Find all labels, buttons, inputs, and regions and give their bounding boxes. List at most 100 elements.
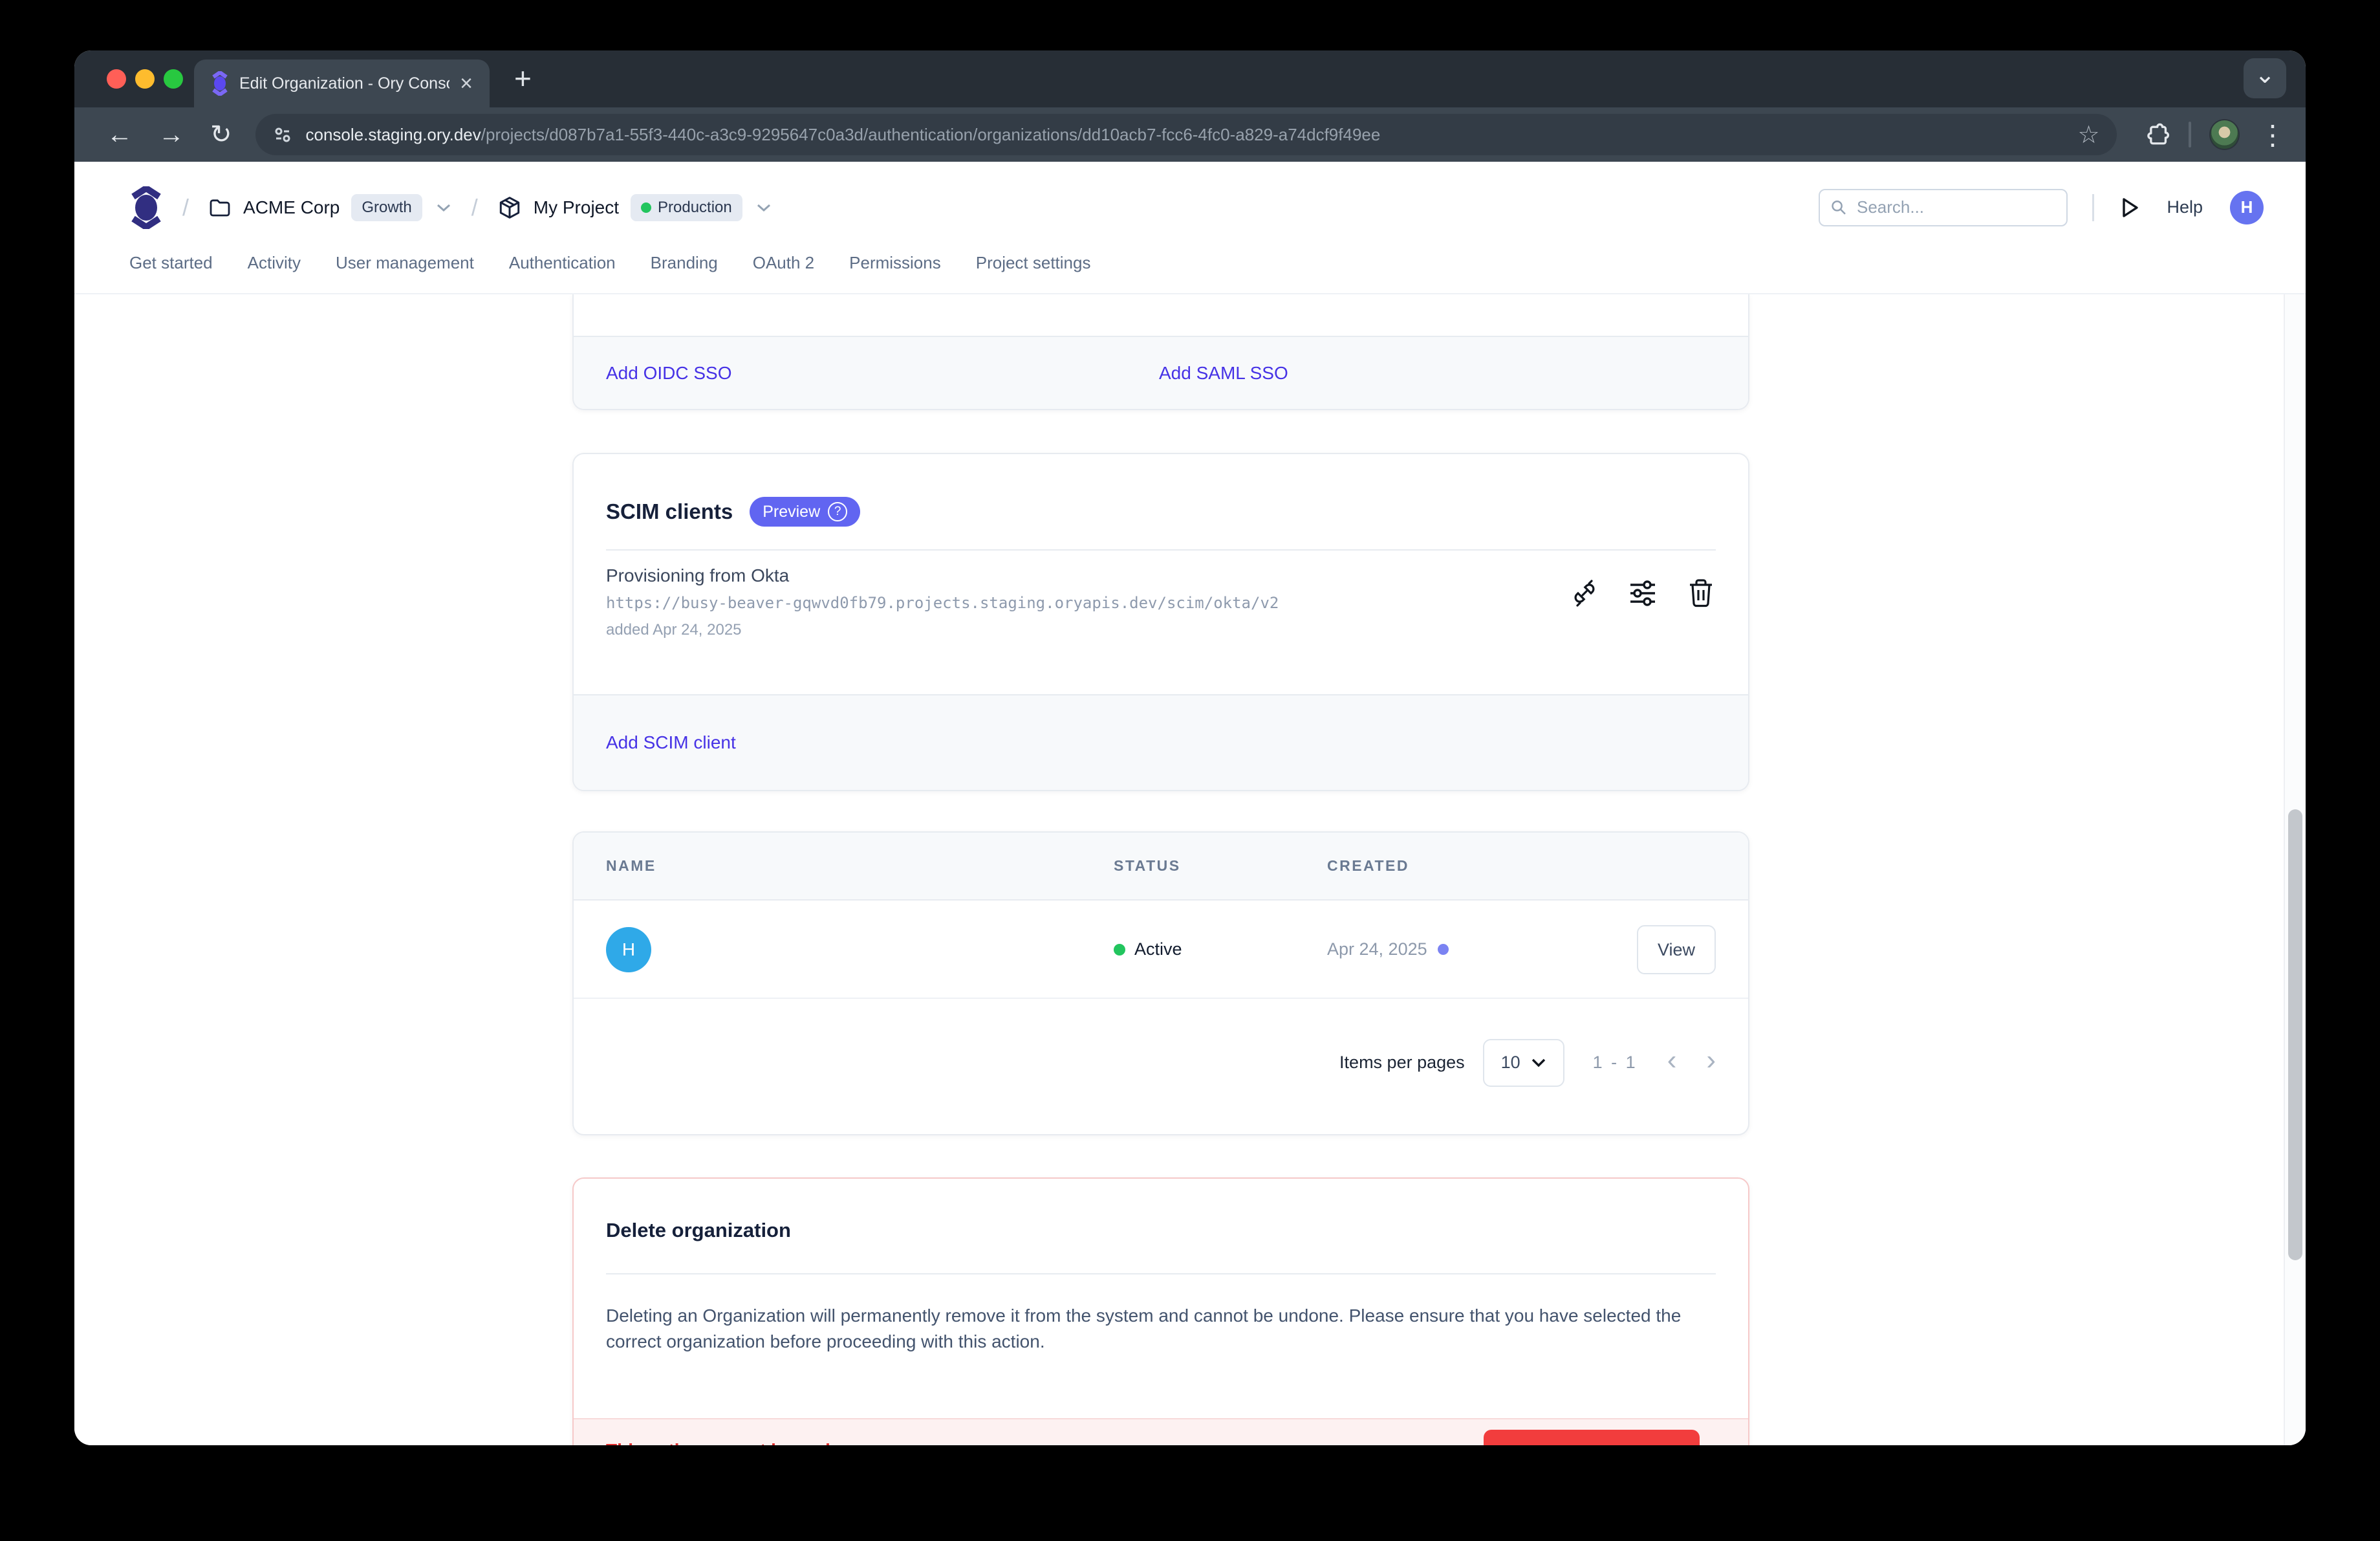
window-close-button[interactable] bbox=[107, 69, 126, 89]
sso-card: Add OIDC SSO Add SAML SSO bbox=[572, 294, 1749, 410]
toolbar-divider bbox=[2189, 122, 2191, 148]
window-controls bbox=[107, 69, 183, 89]
tab-close-icon[interactable]: × bbox=[460, 72, 473, 94]
section-divider bbox=[606, 549, 1716, 551]
breadcrumb-slash: / bbox=[182, 194, 189, 221]
help-question-icon: ? bbox=[828, 502, 847, 521]
prev-page-icon[interactable]: ‹ bbox=[1667, 1046, 1677, 1080]
preview-badge[interactable]: Preview? bbox=[750, 497, 860, 527]
forward-icon[interactable]: → bbox=[158, 122, 184, 148]
url-text: console.staging.ory.dev/projects/d087b7a… bbox=[306, 125, 2068, 145]
danger-warning-text: This action cannot be undone. bbox=[606, 1440, 867, 1445]
new-tab-button[interactable]: + bbox=[514, 61, 532, 96]
page-range-label: 1 - 1 bbox=[1593, 1053, 1638, 1073]
section-divider bbox=[606, 1273, 1716, 1274]
nav-oauth2[interactable]: OAuth 2 bbox=[753, 253, 814, 273]
plug-icon bbox=[1570, 578, 1599, 608]
chevron-down-icon bbox=[435, 202, 452, 213]
add-scim-client-link[interactable]: Add SCIM client bbox=[606, 732, 736, 753]
sliders-icon bbox=[1628, 578, 1658, 608]
view-button[interactable]: View bbox=[1637, 925, 1716, 974]
ory-favicon-icon bbox=[211, 71, 229, 96]
status-label: Active bbox=[1134, 939, 1182, 959]
app-header: / ACME Corp Growth / My Project Producti… bbox=[74, 162, 2306, 253]
nav-get-started[interactable]: Get started bbox=[129, 253, 213, 273]
workspace-selector[interactable]: ACME Corp Growth bbox=[208, 194, 452, 221]
play-icon[interactable] bbox=[2119, 195, 2141, 220]
browser-window: Edit Organization - Ory Conso × + ⌄ ← → … bbox=[74, 50, 2306, 1445]
table-header: NAME STATUS CREATED bbox=[574, 833, 1748, 901]
scim-connect-button[interactable] bbox=[1570, 578, 1599, 608]
add-oidc-sso-link[interactable]: Add OIDC SSO bbox=[606, 363, 732, 384]
nav-user-management[interactable]: User management bbox=[336, 253, 474, 273]
nav-project-settings[interactable]: Project settings bbox=[976, 253, 1091, 273]
danger-action-strip: This action cannot be undone. Delete org… bbox=[574, 1418, 1748, 1445]
created-indicator-dot bbox=[1438, 944, 1449, 955]
column-header-status: STATUS bbox=[1114, 857, 1181, 875]
next-page-icon[interactable]: › bbox=[1706, 1046, 1716, 1080]
reload-icon[interactable]: ↻ bbox=[210, 122, 232, 148]
delete-organization-card: Delete organization Deleting an Organiza… bbox=[572, 1177, 1749, 1445]
scim-settings-button[interactable] bbox=[1628, 578, 1658, 608]
page-size-select[interactable]: 10 bbox=[1483, 1039, 1564, 1087]
user-avatar[interactable]: H bbox=[2230, 191, 2264, 224]
browser-toolbar: ← → ↻ console.staging.ory.dev/projects/d… bbox=[74, 107, 2306, 162]
scim-client-added-date: added Apr 24, 2025 bbox=[606, 621, 742, 639]
scim-delete-button[interactable] bbox=[1686, 578, 1716, 608]
organizations-table-card: NAME STATUS CREATED H Active Apr 24, 202… bbox=[572, 831, 1749, 1135]
tab-search-chevron-icon[interactable]: ⌄ bbox=[2244, 58, 2286, 98]
nav-branding[interactable]: Branding bbox=[651, 253, 718, 273]
chevron-down-icon bbox=[1531, 1058, 1546, 1068]
ory-console-page: / ACME Corp Growth / My Project Producti… bbox=[74, 162, 2306, 1445]
url-host: console.staging.ory.dev bbox=[306, 125, 481, 144]
browser-profile-avatar[interactable] bbox=[2209, 119, 2240, 150]
nav-activity[interactable]: Activity bbox=[248, 253, 301, 273]
nav-permissions[interactable]: Permissions bbox=[849, 253, 941, 273]
pagination: Items per pages 10 1 - 1 ‹ › bbox=[574, 999, 1748, 1135]
tab-title: Edit Organization - Ory Conso bbox=[239, 74, 449, 93]
search-input-wrapper bbox=[1819, 189, 2068, 226]
preview-badge-label: Preview bbox=[763, 503, 820, 521]
danger-card-title: Delete organization bbox=[606, 1219, 791, 1242]
window-minimize-button[interactable] bbox=[135, 69, 155, 89]
scim-client-url: https://busy-beaver-gqwvd0fb79.projects.… bbox=[606, 594, 1279, 612]
header-divider bbox=[2092, 194, 2094, 221]
window-zoom-button[interactable] bbox=[164, 69, 183, 89]
scrollbar-track[interactable] bbox=[2284, 294, 2306, 1445]
address-bar[interactable]: console.staging.ory.dev/projects/d087b7a… bbox=[255, 114, 2117, 155]
tab-strip: Edit Organization - Ory Conso × + ⌄ bbox=[74, 50, 2306, 107]
browser-menu-icon[interactable]: ⋮ bbox=[2259, 119, 2286, 151]
delete-organization-button[interactable]: Delete organization bbox=[1484, 1430, 1700, 1445]
created-date: Apr 24, 2025 bbox=[1327, 939, 1427, 959]
site-settings-icon[interactable] bbox=[272, 124, 293, 145]
back-icon[interactable]: ← bbox=[107, 122, 133, 148]
search-input[interactable] bbox=[1857, 197, 2056, 217]
column-header-created: CREATED bbox=[1327, 857, 1409, 875]
workspace-plan-badge: Growth bbox=[351, 194, 422, 221]
row-avatar: H bbox=[606, 927, 651, 972]
project-nav: Get started Activity User management Aut… bbox=[74, 253, 2306, 294]
scrollbar-thumb[interactable] bbox=[2288, 809, 2302, 1260]
status-cell: Active bbox=[1114, 939, 1182, 959]
project-name: My Project bbox=[534, 197, 619, 218]
add-saml-sso-link[interactable]: Add SAML SSO bbox=[1159, 363, 1288, 384]
breadcrumb-slash: / bbox=[471, 194, 478, 221]
active-status-dot bbox=[1114, 944, 1125, 956]
danger-description: Deleting an Organization will permanentl… bbox=[606, 1303, 1705, 1355]
extensions-icon[interactable] bbox=[2145, 122, 2170, 148]
main-content: Add OIDC SSO Add SAML SSO SCIM clients P… bbox=[74, 294, 2306, 1445]
help-link[interactable]: Help bbox=[2167, 197, 2203, 217]
project-selector[interactable]: My Project Production bbox=[497, 194, 772, 221]
ory-logo-icon[interactable] bbox=[129, 186, 163, 229]
workspace-name: ACME Corp bbox=[243, 197, 340, 218]
nav-authentication[interactable]: Authentication bbox=[509, 253, 616, 273]
sso-card-footer: Add OIDC SSO Add SAML SSO bbox=[574, 337, 1748, 409]
bookmark-star-icon[interactable]: ☆ bbox=[2077, 120, 2099, 149]
created-cell: Apr 24, 2025 bbox=[1327, 939, 1449, 959]
table-row[interactable]: H Active Apr 24, 2025 View bbox=[574, 901, 1748, 999]
scim-clients-card: SCIM clients Preview? Provisioning from … bbox=[572, 453, 1749, 791]
browser-tab[interactable]: Edit Organization - Ory Conso × bbox=[194, 60, 490, 107]
scim-client-name: Provisioning from Okta bbox=[606, 565, 789, 586]
url-path: /projects/d087b7a1-55f3-440c-a3c9-929564… bbox=[481, 125, 1381, 144]
project-env-badge: Production bbox=[631, 194, 742, 221]
